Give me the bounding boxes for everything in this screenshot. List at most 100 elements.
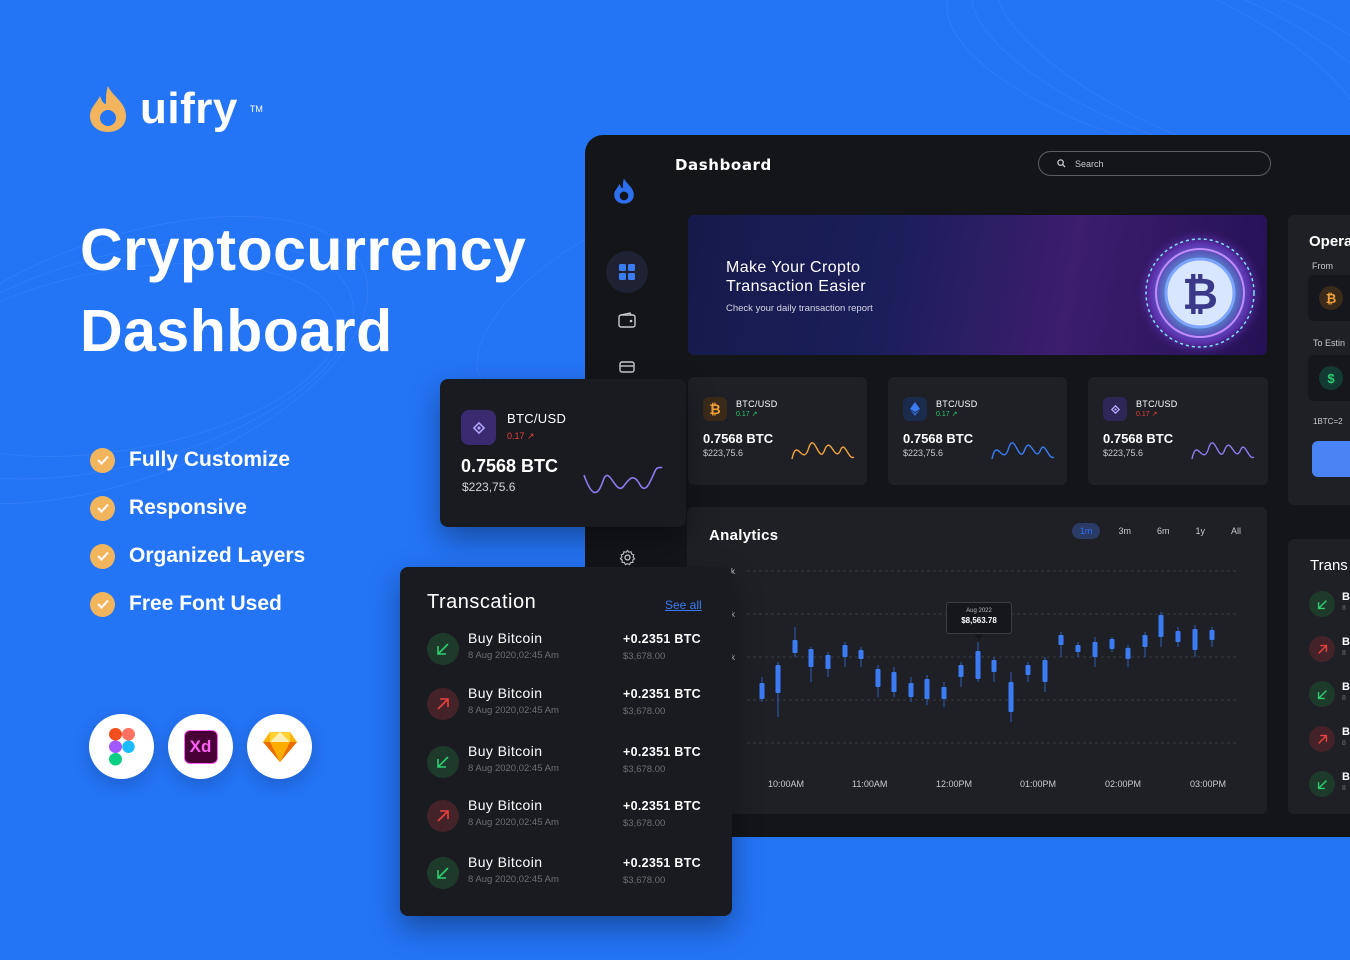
transaction-name: Buy Bitcoin bbox=[468, 743, 543, 759]
transaction-name: B bbox=[1342, 771, 1350, 783]
operation-title: Opera bbox=[1309, 233, 1350, 250]
binance-icon bbox=[1103, 397, 1127, 421]
transaction-row[interactable]: B8 bbox=[1309, 636, 1350, 662]
candle-body bbox=[891, 672, 897, 692]
ticker-card[interactable]: BTC/USD 0.17 ↗ 0.7568 BTC $223,75.6 bbox=[1088, 377, 1268, 485]
ticker-card[interactable]: BTC/USD 0.17 ↗ 0.7568 BTC $223,75.6 bbox=[888, 377, 1067, 485]
transaction-row[interactable]: Buy Bitcoin 8 Aug 2020,02:45 Am +0.2351 BT… bbox=[427, 797, 717, 837]
to-label: To Estin bbox=[1313, 338, 1346, 348]
analytics-panel: Analytics 1m 3m 6m 1y All k k k Aug 2022… bbox=[687, 507, 1267, 814]
bitcoin-icon: ₿ bbox=[703, 397, 727, 421]
adobe-xd-label: Xd bbox=[183, 729, 218, 764]
brand-logo: uifry TM bbox=[86, 84, 263, 134]
transaction-name: Buy Bitcoin bbox=[468, 630, 543, 646]
ticker-change: 0.17 ↗ bbox=[1136, 411, 1158, 418]
page-title: Dashboard bbox=[675, 156, 772, 174]
candle-body bbox=[1075, 645, 1081, 652]
transaction-amount: +0.2351 BTC bbox=[623, 632, 701, 646]
flame-logo-icon bbox=[90, 86, 126, 132]
transaction-row[interactable]: Buy Bitcoin 8 Aug 2020,02:45 Am +0.2351 BT… bbox=[427, 685, 717, 725]
banner-title: Make Your Cropto Transaction Easier bbox=[726, 259, 866, 295]
exchange-rate: 1BTC=2 bbox=[1313, 417, 1343, 426]
transaction-row[interactable]: B8 bbox=[1309, 681, 1350, 707]
ticker-card-featured[interactable]: BTC/USD 0.17 ↗ 0.7568 BTC $223,75.6 bbox=[440, 379, 686, 527]
arrow-up-right-icon bbox=[427, 800, 459, 832]
ticker-pair: BTC/USD bbox=[736, 399, 778, 409]
arrow-down-left-icon bbox=[1309, 681, 1335, 707]
transaction-row[interactable]: Buy Bitcoin 8 Aug 2020,02:45 Am +0.2351 BT… bbox=[427, 743, 717, 783]
dollar-icon: $ bbox=[1319, 366, 1343, 390]
transaction-date: 8 bbox=[1342, 785, 1346, 792]
candle-body bbox=[1175, 631, 1181, 642]
transaction-name: B bbox=[1342, 591, 1350, 603]
candle-body bbox=[842, 645, 848, 657]
feature-label: Fully Customize bbox=[129, 448, 291, 471]
transaction-row[interactable]: B8 bbox=[1309, 591, 1350, 617]
sketch-icon bbox=[247, 714, 312, 779]
headline-line-1: Cryptocurrency bbox=[80, 217, 527, 283]
from-currency-select[interactable]: ₿ bbox=[1308, 275, 1350, 321]
exchange-button[interactable] bbox=[1312, 441, 1350, 477]
candle-body bbox=[792, 640, 798, 653]
ticker-usd: $223,75.6 bbox=[703, 448, 744, 458]
to-currency-select[interactable]: $ bbox=[1308, 355, 1350, 401]
candle-body bbox=[858, 650, 864, 659]
ticker-pair: BTC/USD bbox=[1136, 399, 1178, 409]
candle-body bbox=[1192, 629, 1198, 650]
transaction-date: 8 bbox=[1342, 605, 1346, 612]
transaction-date: 8 bbox=[1342, 650, 1346, 657]
ticker-change: 0.17 ↗ bbox=[507, 431, 535, 441]
feature-list: Fully Customize Responsive Organized Lay… bbox=[90, 436, 305, 628]
candle-body bbox=[875, 669, 881, 687]
headline-line-2: Dashboard bbox=[80, 298, 393, 364]
x-axis-label: 02:00PM bbox=[1105, 779, 1142, 789]
candle-body bbox=[1209, 630, 1215, 640]
transaction-name: B bbox=[1342, 681, 1350, 693]
ticker-change: 0.17 ↗ bbox=[936, 411, 958, 418]
arrow-up-right-icon bbox=[1309, 636, 1335, 662]
ticker-pair: BTC/USD bbox=[507, 411, 567, 426]
candle-body bbox=[941, 687, 947, 699]
check-icon bbox=[90, 591, 115, 617]
ticker-amount: 0.7568 BTC bbox=[903, 431, 974, 446]
arrow-up-right-icon bbox=[427, 688, 459, 720]
sidebar-item-dashboard[interactable] bbox=[606, 251, 648, 293]
candle-body bbox=[759, 683, 765, 699]
transaction-date: 8 Aug 2020,02:45 Am bbox=[468, 650, 559, 661]
ticker-pair: BTC/USD bbox=[936, 399, 978, 409]
feature-label: Responsive bbox=[129, 496, 247, 519]
tooltip-value: $8,563.78 bbox=[961, 616, 997, 625]
ticker-card[interactable]: ₿ BTC/USD 0.17 ↗ 0.7568 BTC $223,75.6 bbox=[688, 377, 867, 485]
credit-card-icon bbox=[619, 361, 635, 373]
ticker-usd: $223,75.6 bbox=[462, 480, 516, 494]
transaction-amount: +0.2351 BTC bbox=[623, 687, 701, 701]
ticker-amount: 0.7568 BTC bbox=[1103, 431, 1174, 446]
binance-icon bbox=[461, 410, 496, 445]
transactions-panel: Transcation See all Buy Bitcoin 8 Aug 202… bbox=[400, 567, 732, 916]
transactions-title-right: Trans bbox=[1310, 557, 1348, 574]
sparkline bbox=[583, 466, 663, 494]
sparkline bbox=[991, 442, 1055, 460]
transaction-amount: +0.2351 BTC bbox=[623, 799, 701, 813]
see-all-link[interactable]: See all bbox=[665, 598, 702, 612]
transaction-row[interactable]: B8 bbox=[1309, 726, 1350, 752]
transaction-date: 8 Aug 2020,02:45 Am bbox=[468, 705, 559, 716]
candle-body bbox=[1058, 635, 1064, 645]
transaction-row[interactable]: B8 bbox=[1309, 771, 1350, 797]
grid-icon bbox=[619, 264, 635, 280]
search-input[interactable]: Search bbox=[1038, 151, 1271, 176]
transaction-row[interactable]: Buy Bitcoin 8 Aug 2020,02:45 Am +0.2351 BT… bbox=[427, 630, 717, 670]
sparkline bbox=[1191, 442, 1255, 460]
ticker-amount: 0.7568 BTC bbox=[703, 431, 774, 446]
transaction-usd: $3,678.00 bbox=[623, 764, 666, 775]
bitcoin-coin-illustration: ₿ bbox=[1134, 227, 1262, 355]
transaction-name: B bbox=[1342, 726, 1350, 738]
sidebar-item-wallet[interactable] bbox=[606, 299, 648, 341]
transaction-date: 8 Aug 2020,02:45 Am bbox=[468, 817, 559, 828]
search-icon bbox=[1057, 159, 1066, 168]
from-label: From bbox=[1312, 261, 1333, 271]
sidebar-logo[interactable] bbox=[612, 176, 636, 211]
candle-body bbox=[924, 679, 930, 699]
arrow-down-left-icon bbox=[1309, 591, 1335, 617]
transaction-row[interactable]: Buy Bitcoin 8 Aug 2020,02:45 Am +0.2351 BT… bbox=[427, 854, 717, 894]
